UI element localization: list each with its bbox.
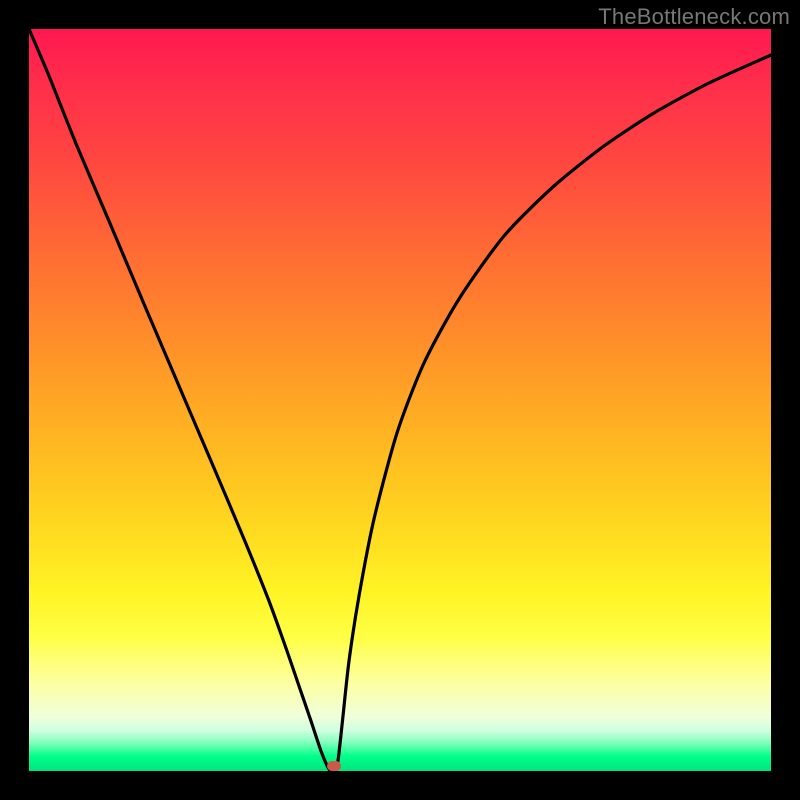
minimum-marker bbox=[327, 761, 341, 771]
chart-plot-area bbox=[29, 29, 771, 771]
watermark-text: TheBottleneck.com bbox=[598, 4, 790, 30]
bottleneck-curve bbox=[29, 29, 771, 771]
